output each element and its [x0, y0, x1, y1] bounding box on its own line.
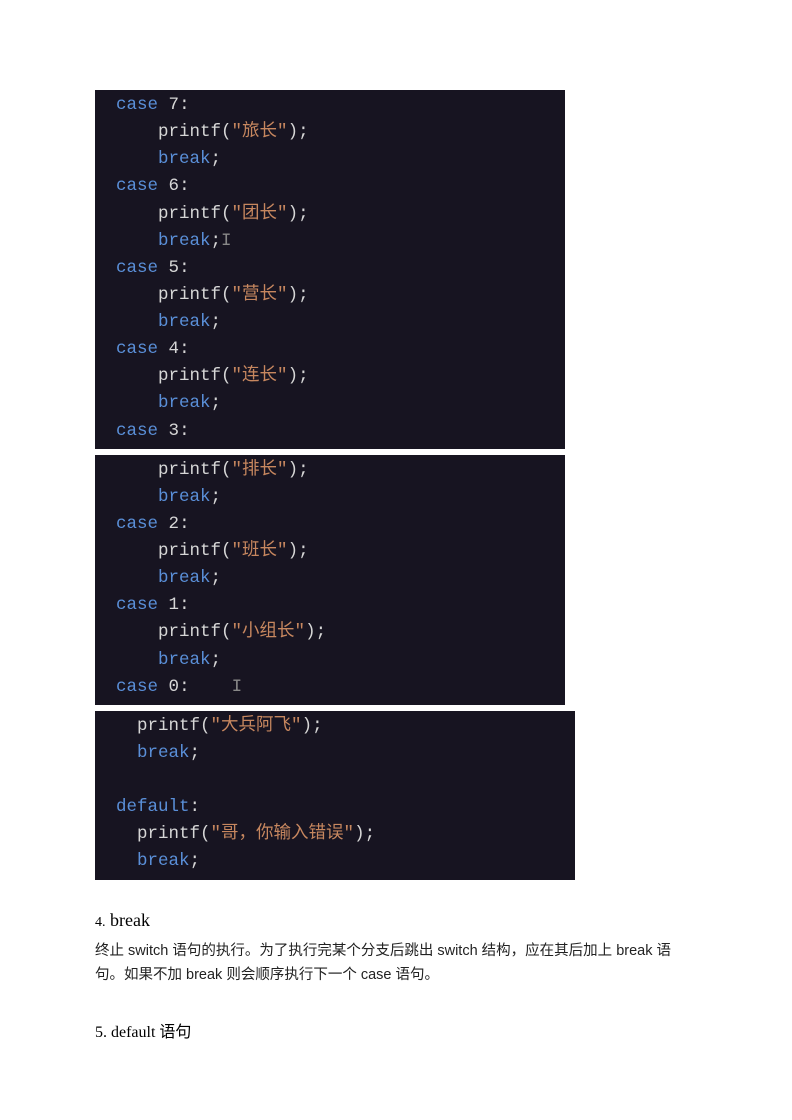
code-block-1: case 7: printf("旅长"); break; case 6: pri… [95, 90, 565, 449]
code-block-2: printf("排长"); break; case 2: printf("班长"… [95, 455, 565, 705]
kw-break: break [158, 149, 211, 169]
kw-case: case [116, 95, 158, 115]
text-cursor-icon: I [221, 231, 232, 251]
colon: : [179, 95, 190, 115]
section-title: default 语句 [111, 1024, 191, 1041]
document-page: case 7: printf("旅长"); break; case 6: pri… [0, 0, 792, 1100]
str: "旅长" [232, 122, 288, 142]
fn-printf: printf [158, 122, 221, 142]
section-title: break [110, 910, 150, 930]
code-block-3: printf("大兵阿飞"); break; default: printf("… [95, 711, 575, 880]
section-number: 5. [95, 1024, 107, 1041]
section-4-heading: 4. break [95, 910, 697, 931]
section-4-paragraph: 终止 switch 语句的执行。为了执行完某个分支后跳出 switch 结构，应… [95, 939, 697, 988]
text-cursor-icon: I [232, 677, 243, 697]
kw-default: default [116, 797, 190, 817]
kw-case: case [116, 176, 158, 196]
section-number: 4. [95, 915, 106, 930]
num: 7 [169, 95, 180, 115]
section-5-heading: 5. default 语句 [95, 1018, 697, 1042]
